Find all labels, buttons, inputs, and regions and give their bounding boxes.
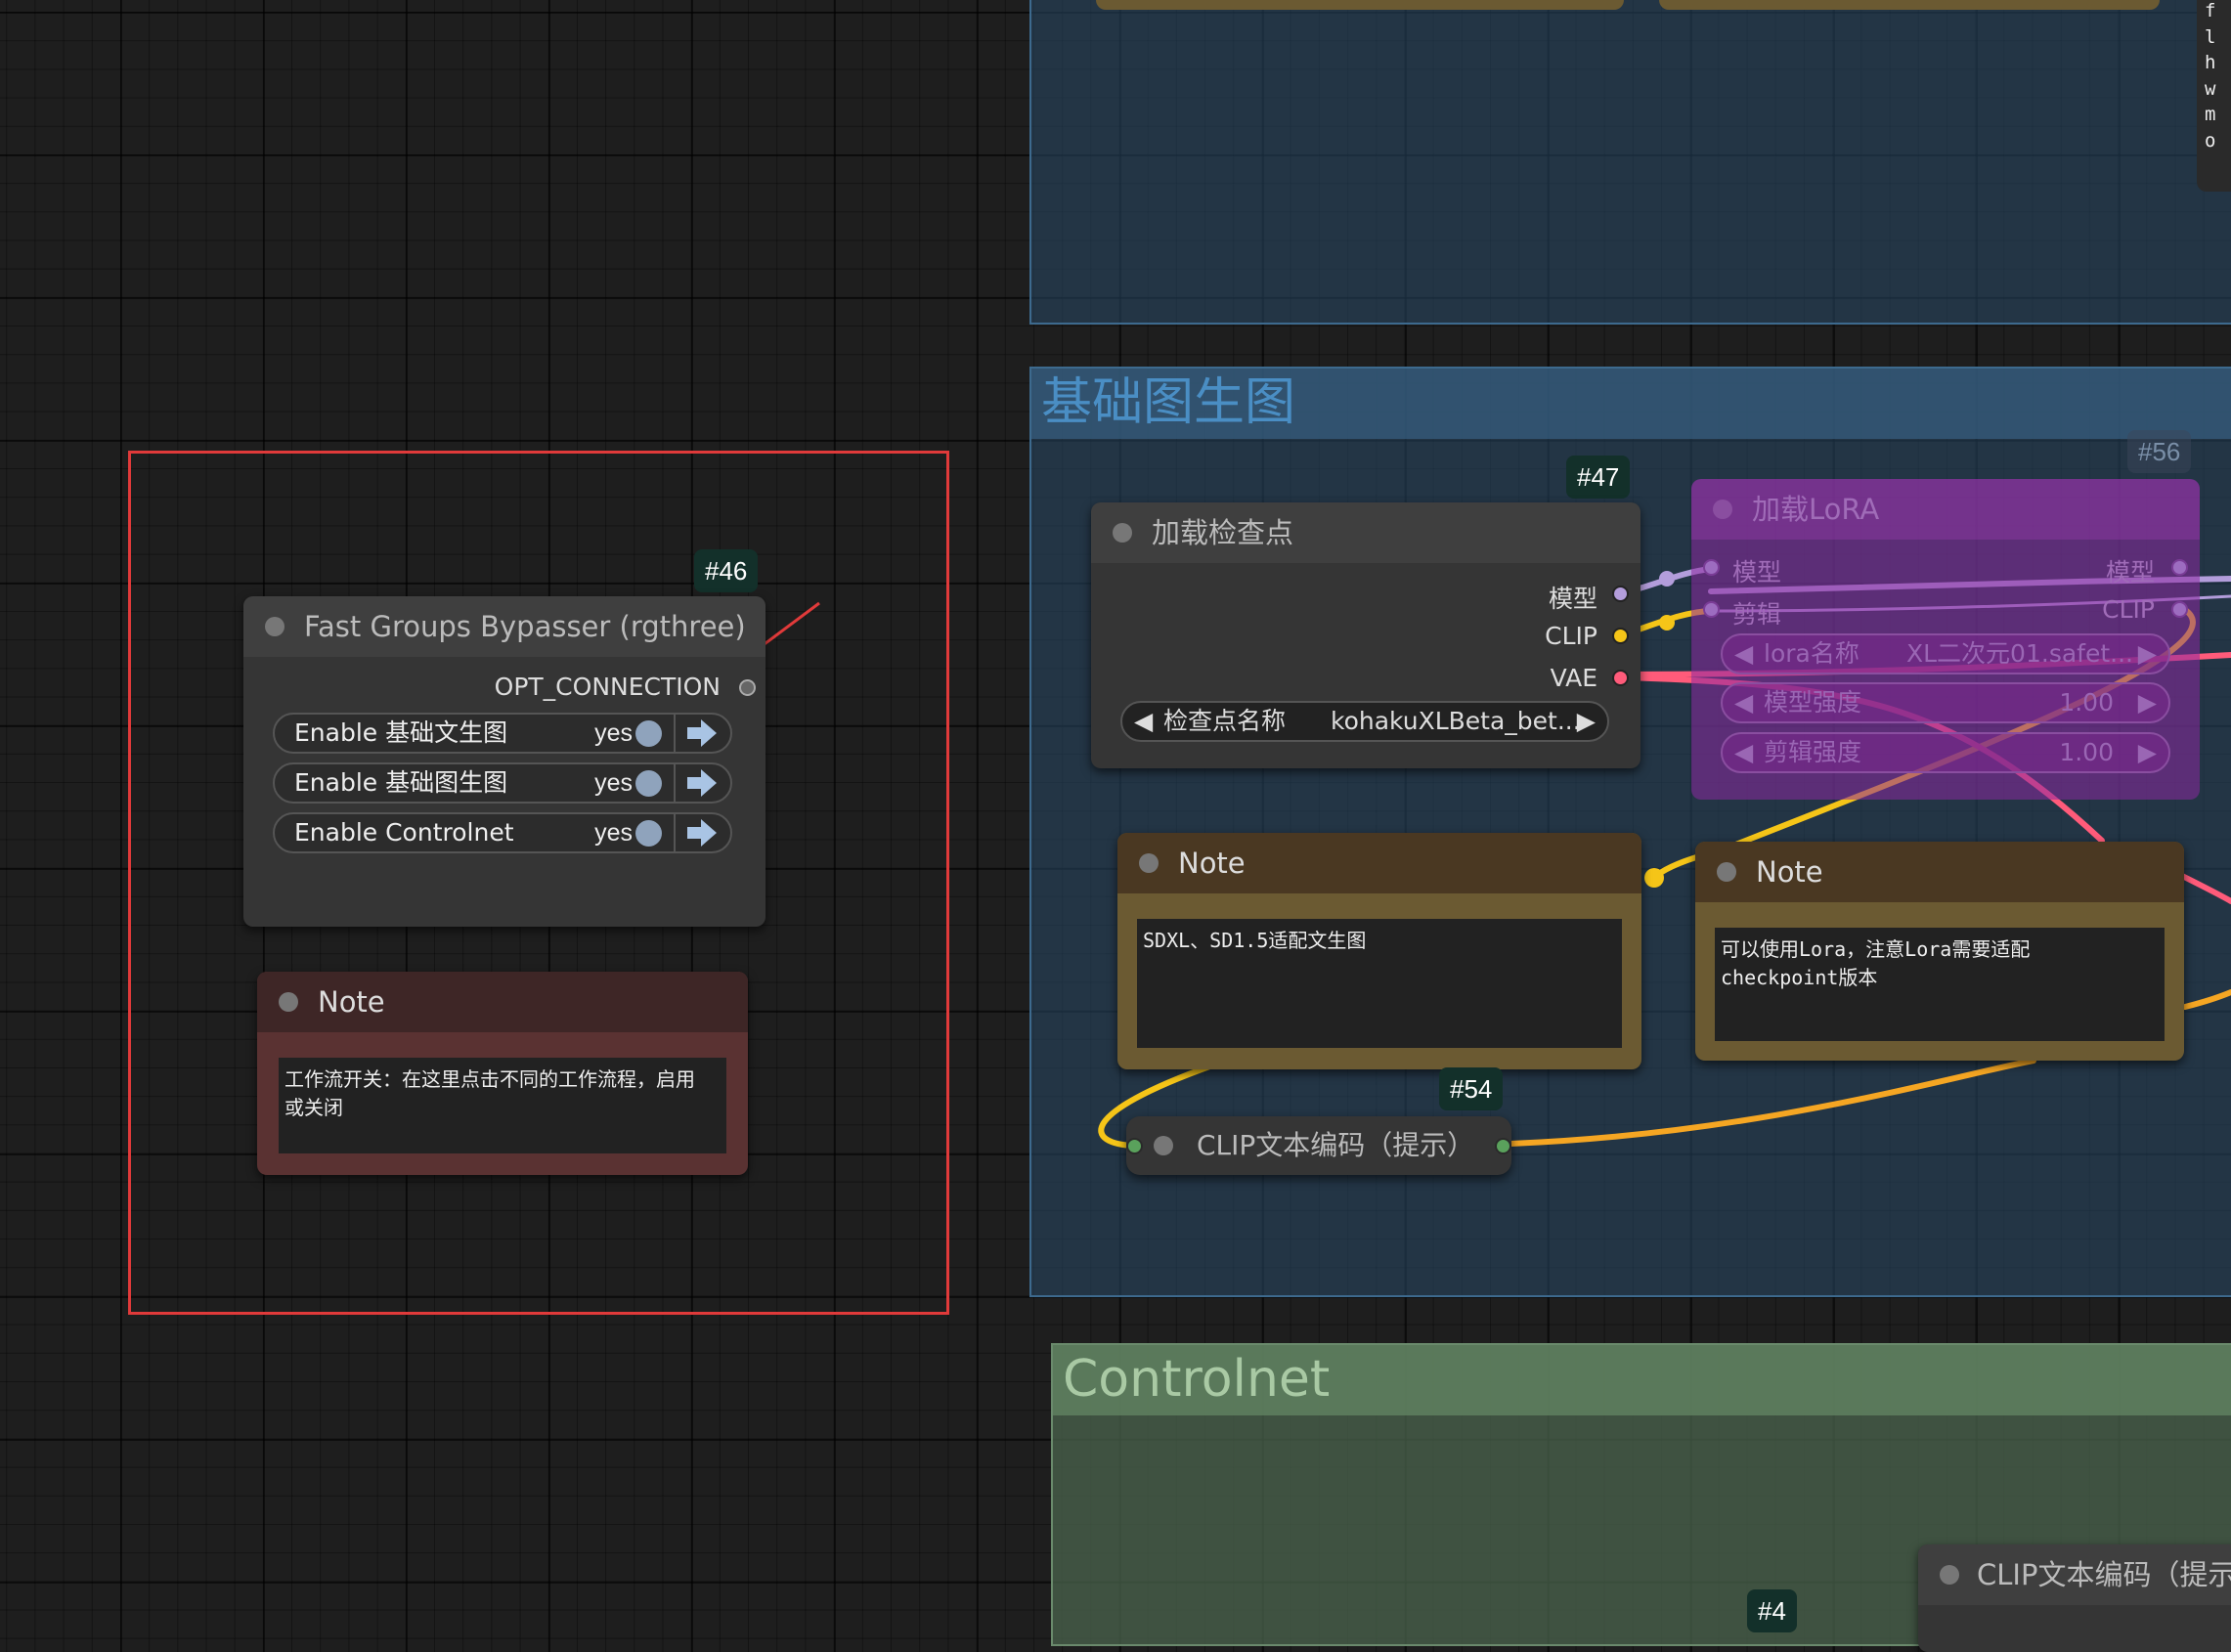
arrow-right-icon[interactable]: ▶ [2138, 734, 2157, 771]
clip-input-slot-icon[interactable] [1703, 601, 1720, 618]
clip-strength-slider[interactable]: ◀ 剪辑强度 1.00 ▶ [1721, 732, 2170, 773]
slider-value: 1.00 [2059, 738, 2114, 766]
output-label: 模型 [1548, 585, 1597, 613]
node-title-text: CLIP文本编码（提示） [1197, 1129, 1475, 1161]
input-label: 模型 [1732, 558, 1782, 587]
combo-value: XL二次元01.safet... [1906, 639, 2133, 668]
node-title-text: CLIP文本编码（提示 [1977, 1558, 2231, 1591]
toggle-knob-icon[interactable] [635, 820, 662, 847]
clip-output-slot-icon[interactable] [2171, 601, 2188, 618]
clip-text-encode-node-2[interactable]: CLIP文本编码（提示 [1918, 1544, 2231, 1652]
node-id-badge: #56 [2127, 430, 2192, 473]
slider-label: 模型强度 [1764, 688, 1862, 717]
output-label: CLIP [1545, 622, 1597, 650]
toggle-value: yes [594, 769, 633, 797]
node-title[interactable]: 加载LoRA [1691, 479, 2200, 540]
output-slot-icon[interactable] [1495, 1138, 1511, 1154]
toggle-enable-txt2img[interactable]: Enable 基础文生图 yes [273, 713, 732, 754]
node-title-text: Fast Groups Bypasser (rgthree) [304, 610, 746, 643]
node-title[interactable]: Fast Groups Bypasser (rgthree) [243, 596, 766, 657]
node-title-text: Note [1756, 855, 1823, 889]
fast-groups-bypasser-node[interactable]: Fast Groups Bypasser (rgthree) OPT_CONNE… [243, 596, 766, 927]
toggle-label: Enable Controlnet [294, 818, 514, 847]
lora-name-combo[interactable]: ◀ lora名称 XL二次元01.safet... ▶ [1721, 633, 2170, 674]
note-textarea[interactable]: SDXL、SD1.5适配文生图 [1137, 919, 1622, 1048]
combo-label: lora名称 [1764, 639, 1859, 668]
input-slot-icon[interactable] [1126, 1138, 1143, 1154]
node-id-badge: #46 [694, 549, 759, 592]
toggle-label: Enable 基础文生图 [294, 718, 508, 747]
node-id-badge: #4 [1747, 1589, 1797, 1632]
node-title[interactable]: 加载检查点 [1091, 502, 1640, 563]
node-id-badge: #47 [1566, 456, 1631, 499]
arrow-left-icon[interactable]: ◀ [1734, 635, 1753, 673]
note-node-middle[interactable]: Note SDXL、SD1.5适配文生图 [1117, 833, 1641, 1069]
toggle-enable-img2img[interactable]: Enable 基础图生图 yes [273, 762, 732, 804]
arrow-left-icon[interactable]: ◀ [1134, 703, 1153, 740]
load-checkpoint-node[interactable]: 加载检查点 模型 CLIP VAE ◀ 检查点名称 kohakuXLBeta_b… [1091, 502, 1640, 768]
collapse-dot-icon[interactable] [1113, 523, 1132, 543]
combo-label: 检查点名称 [1163, 707, 1287, 735]
collapse-dot-icon[interactable] [265, 617, 284, 636]
clip-output-slot-icon[interactable] [1612, 628, 1629, 644]
collapse-dot-icon[interactable] [1940, 1565, 1959, 1585]
checkpoint-name-combo[interactable]: ◀ 检查点名称 kohakuXLBeta_bet... ▶ [1120, 701, 1609, 742]
output-label: OPT_CONNECTION [494, 673, 721, 701]
arrow-right-icon[interactable]: ▶ [2138, 684, 2157, 721]
arrow-right-icon[interactable] [683, 816, 721, 849]
collapse-dot-icon[interactable] [1717, 862, 1736, 882]
arrow-left-icon[interactable]: ◀ [1734, 684, 1753, 721]
slider-label: 剪辑强度 [1764, 738, 1862, 766]
collapse-dot-icon[interactable] [1713, 500, 1732, 519]
node-title[interactable]: Note [1117, 833, 1641, 893]
output-label: CLIP [2102, 595, 2155, 624]
node-title[interactable]: Note [1695, 842, 2184, 902]
note-textarea[interactable]: 工作流开关：在这里点击不同的工作流程，启用 或关闭 [279, 1058, 726, 1153]
arrow-right-icon[interactable] [683, 766, 721, 800]
toggle-knob-icon[interactable] [635, 770, 662, 797]
load-lora-node[interactable]: 加载LoRA 模型 剪辑 模型 CLIP ◀ lora名称 XL二次元01.sa… [1691, 479, 2200, 800]
arrow-right-icon[interactable]: ▶ [2138, 635, 2157, 673]
arrow-left-icon[interactable]: ◀ [1734, 734, 1753, 771]
arrow-right-icon[interactable]: ▶ [1577, 703, 1596, 740]
clip-text-encode-node[interactable]: CLIP文本编码（提示） [1126, 1116, 1511, 1175]
node-title[interactable]: Note [257, 972, 748, 1032]
toggle-value: yes [594, 719, 633, 747]
combo-value: kohakuXLBeta_bet... [1331, 707, 1581, 735]
collapse-dot-icon[interactable] [279, 992, 298, 1012]
toggle-value: yes [594, 819, 633, 847]
collapse-dot-icon[interactable] [1139, 853, 1159, 873]
toggle-label: Enable 基础图生图 [294, 768, 508, 797]
model-output-slot-icon[interactable] [2171, 559, 2188, 576]
node-title-text: Note [1178, 847, 1246, 880]
output-slot-icon[interactable] [739, 679, 756, 696]
note-node-left[interactable]: Note 工作流开关：在这里点击不同的工作流程，启用 或关闭 [257, 972, 748, 1175]
model-strength-slider[interactable]: ◀ 模型强度 1.00 ▶ [1721, 682, 2170, 723]
node-title-text: 加载LoRA [1752, 493, 1880, 526]
node-title-text: 加载检查点 [1152, 516, 1294, 549]
node-title[interactable]: CLIP文本编码（提示 [1918, 1544, 2231, 1605]
model-output-slot-icon[interactable] [1612, 586, 1629, 602]
vae-output-slot-icon[interactable] [1612, 670, 1629, 686]
model-input-slot-icon[interactable] [1703, 559, 1720, 576]
toggle-enable-controlnet[interactable]: Enable Controlnet yes [273, 812, 732, 853]
toggle-knob-icon[interactable] [635, 720, 662, 747]
input-label: 剪辑 [1732, 600, 1782, 629]
node-title-text: Note [318, 985, 385, 1019]
arrow-right-icon[interactable] [683, 717, 721, 750]
output-label: 模型 [2105, 558, 2155, 587]
output-label: VAE [1550, 664, 1597, 692]
node-id-badge: #54 [1439, 1067, 1504, 1110]
slider-value: 1.00 [2059, 688, 2114, 717]
note-node-right[interactable]: Note 可以使用Lora，注意Lora需要适配 checkpoint版本 [1695, 842, 2184, 1061]
note-textarea[interactable]: 可以使用Lora，注意Lora需要适配 checkpoint版本 [1715, 928, 2165, 1041]
collapse-dot-icon[interactable] [1154, 1136, 1173, 1155]
